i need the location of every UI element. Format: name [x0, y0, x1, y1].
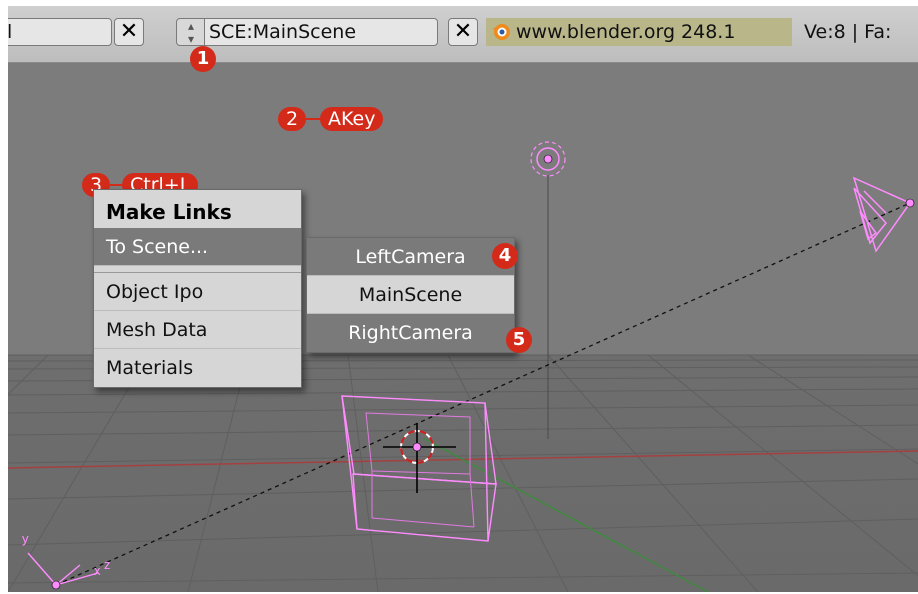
menu-separator — [94, 266, 301, 273]
scene-name-field[interactable]: SCE:MainScene — [204, 18, 438, 46]
annotation-5-badge: 5 — [506, 327, 532, 353]
submenu-item-leftcamera[interactable]: LeftCamera — [307, 238, 514, 276]
stats-readout: Ve:8 | Fa: — [804, 21, 892, 43]
menu-item-materials[interactable]: Materials — [94, 349, 301, 387]
header-bar: l ✕ ▴ ▾ SCE:MainScene ✕ www.blender.org 2… — [8, 6, 918, 63]
axis-label-z: z — [104, 557, 111, 572]
annotation-2-badge: 2 — [278, 107, 307, 131]
blender-window: l ✕ ▴ ▾ SCE:MainScene ✕ www.blender.org 2… — [8, 6, 918, 592]
axis-label-x: x — [94, 563, 101, 578]
submenu-item-mainscene[interactable]: MainScene — [307, 276, 514, 314]
blender-version-label: www.blender.org 248.1 — [486, 18, 792, 46]
scene-submenu: LeftCamera MainScene RightCamera — [306, 237, 515, 353]
annotation-4-badge: 4 — [492, 243, 518, 269]
blender-logo-icon — [490, 20, 512, 42]
annotation-1-badge: 1 — [190, 46, 216, 72]
make-links-menu: Make Links To Scene... Object Ipo Mesh D… — [93, 189, 302, 388]
make-links-title: Make Links — [106, 200, 232, 224]
3d-viewport[interactable]: y x z 2 AKey 3 Ctrl+L Make Links To Scen… — [8, 63, 918, 592]
menu-item-object-ipo[interactable]: Object Ipo — [94, 273, 301, 311]
scene-browse-button[interactable]: ▴ ▾ — [176, 18, 206, 46]
menu-item-to-scene[interactable]: To Scene... — [94, 228, 301, 266]
annotation-2-number: 2 — [278, 107, 307, 131]
submenu-item-rightcamera[interactable]: RightCamera — [307, 314, 514, 352]
url-text: www.blender.org 248.1 — [516, 21, 736, 43]
akey-label: AKey — [320, 107, 384, 131]
axis-label-y: y — [22, 531, 29, 546]
close-scene-button[interactable]: ✕ — [448, 18, 478, 46]
close-left-button[interactable]: ✕ — [114, 18, 144, 46]
menu-item-mesh-data[interactable]: Mesh Data — [94, 311, 301, 349]
left-text-field[interactable]: l — [8, 18, 112, 46]
